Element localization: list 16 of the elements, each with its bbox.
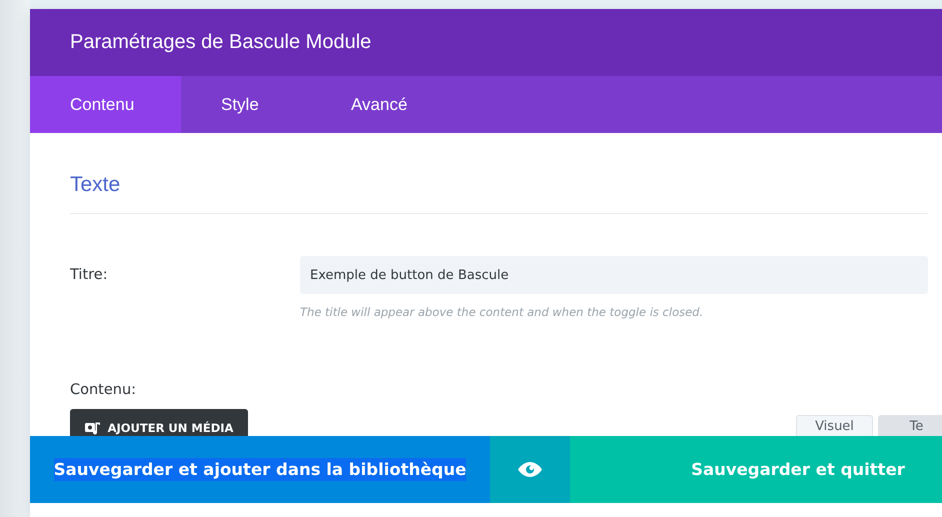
field-label: Contenu: bbox=[70, 381, 138, 400]
field-label: Titre: bbox=[70, 267, 109, 283]
eye-icon bbox=[518, 462, 542, 477]
field-hint: The title will appear above the content and when the toggle is closed. bbox=[300, 304, 704, 320]
modal-title: Paramétrages de Bascule Module bbox=[70, 31, 372, 54]
save-to-library-button[interactable]: Sauvegarder et ajouter dans la bibliothèque bbox=[30, 436, 490, 503]
media-icon bbox=[84, 420, 102, 436]
section-title: Texte bbox=[70, 171, 928, 214]
tab[interactable]: Avancé bbox=[311, 76, 441, 133]
editor-tab[interactable]: Te bbox=[878, 415, 942, 436]
add-media-button[interactable]: AJOUTER UN MÉDIA bbox=[70, 409, 248, 436]
title-input[interactable]: Exemple de button de Bascule bbox=[300, 256, 928, 294]
tab[interactable]: Style bbox=[181, 76, 311, 133]
preview-button[interactable] bbox=[490, 436, 570, 503]
tab[interactable]: Contenu bbox=[30, 76, 181, 133]
editor-tab[interactable]: Visuel bbox=[796, 415, 873, 436]
